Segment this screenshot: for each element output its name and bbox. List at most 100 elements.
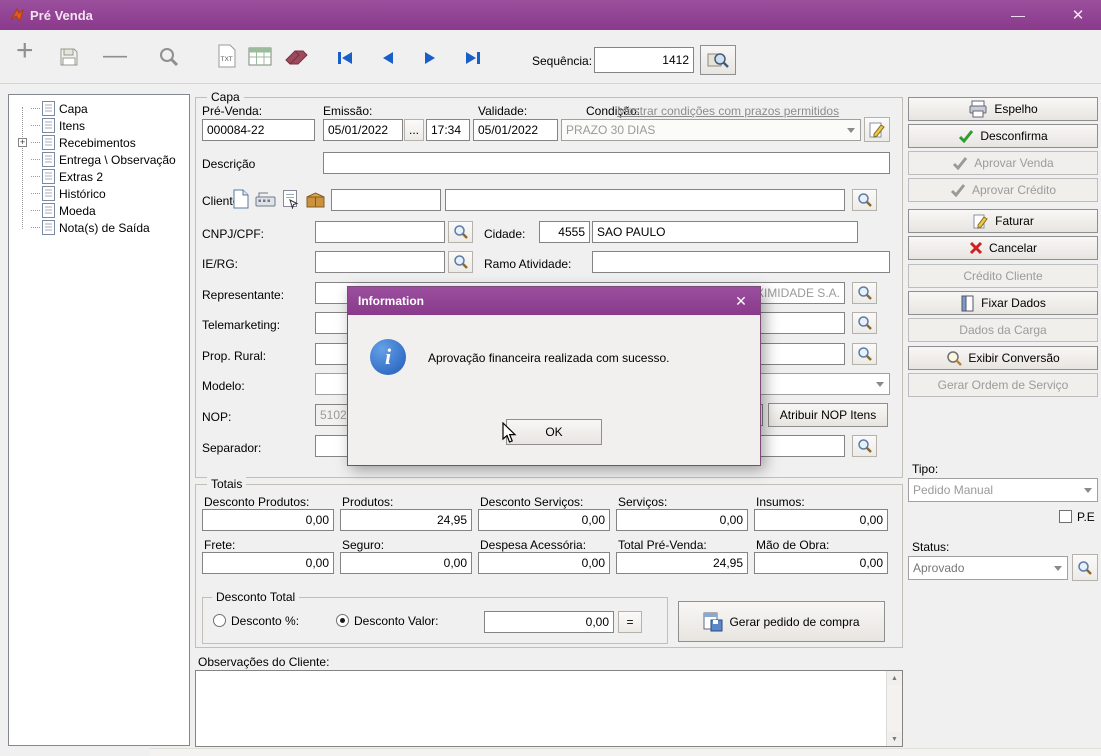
dialog-close-button[interactable]: ✕ (726, 287, 756, 315)
validade-input[interactable] (473, 119, 558, 141)
cliente-properties-icon[interactable] (279, 188, 301, 210)
horizontal-scrollbar[interactable] (150, 748, 1101, 756)
insumos-input[interactable] (754, 509, 888, 531)
mao-de-obra-input[interactable] (754, 552, 888, 574)
grid-view-button[interactable] (248, 47, 272, 67)
tree-item-recebimentos[interactable]: Recebimentos (31, 134, 136, 151)
desconfirma-button[interactable]: Desconfirma (908, 124, 1098, 148)
magnifier-icon (1077, 560, 1093, 576)
aprovar-credito-button[interactable]: Aprovar Crédito (908, 178, 1098, 202)
cliente-package-icon[interactable] (303, 190, 327, 210)
condicao-edit-button[interactable] (864, 117, 890, 142)
mouse-cursor (498, 422, 518, 444)
desconto-valor-input[interactable] (484, 611, 614, 633)
minimize-button[interactable]: — (996, 0, 1040, 30)
cidade-code-input[interactable] (539, 221, 590, 243)
separador-label: Separador: (202, 441, 261, 455)
dialog-ok-button[interactable]: OK (506, 419, 602, 445)
close-button[interactable]: ✕ (1056, 0, 1100, 30)
observacoes-textarea[interactable] (195, 670, 903, 747)
credito-cliente-button[interactable]: Crédito Cliente (908, 264, 1098, 288)
cliente-new-document-icon[interactable] (229, 188, 251, 210)
atribuir-nop-itens-button[interactable]: Atribuir NOP Itens (768, 403, 888, 427)
tree-item-itens[interactable]: Itens (31, 117, 85, 134)
tipo-select[interactable]: Pedido Manual (908, 478, 1098, 502)
status-search-button[interactable] (1072, 554, 1098, 581)
ie-search-button[interactable] (448, 251, 473, 273)
cliente-terminal-icon[interactable] (253, 190, 277, 210)
tree-item-historico[interactable]: Histórico (31, 185, 106, 202)
gerar-pedido-compra-label: Gerar pedido de compra (729, 615, 859, 629)
cidade-name-input[interactable] (592, 221, 858, 243)
pre-venda-input[interactable] (202, 119, 315, 141)
despesa-acessoria-input[interactable] (478, 552, 610, 574)
total-pre-venda-label: Total Pré-Venda: (618, 538, 707, 552)
cnpj-search-button[interactable] (448, 221, 473, 243)
desconto-servicos-input[interactable] (478, 509, 610, 531)
condicao-permitidos-link[interactable]: Mostrar condições com prazos permitidos (617, 104, 839, 118)
new-record-button[interactable]: + (16, 38, 34, 64)
nav-first-button[interactable] (336, 50, 354, 66)
emissao-time-input[interactable] (426, 119, 470, 141)
pre-venda-label: Pré-Venda: (202, 104, 262, 118)
pe-checkbox[interactable] (1059, 510, 1072, 523)
prop-rural-search-button[interactable] (852, 343, 877, 365)
exibir-conversao-button[interactable]: Exibir Conversão (908, 346, 1098, 370)
magnifier-icon (453, 224, 469, 240)
total-pre-venda-input[interactable] (616, 552, 748, 574)
nav-next-button[interactable] (423, 50, 437, 66)
scroll-up-arrow[interactable]: ▲ (887, 671, 902, 685)
aprovar-venda-button[interactable]: Aprovar Venda (908, 151, 1098, 175)
tree-expander-recebimentos[interactable]: + (18, 138, 27, 147)
tree-item-moeda[interactable]: Moeda (31, 202, 96, 219)
cliente-code-input[interactable] (331, 189, 441, 211)
descricao-input[interactable] (323, 152, 890, 174)
tree-item-extras-2[interactable]: Extras 2 (31, 168, 103, 185)
dados-da-carga-button[interactable]: Dados da Carga (908, 318, 1098, 342)
cliente-search-button[interactable] (852, 189, 877, 211)
telemarketing-search-button[interactable] (852, 312, 877, 334)
espelho-button[interactable]: Espelho (908, 97, 1098, 121)
scroll-down-arrow[interactable]: ▼ (887, 732, 902, 746)
cliente-name-input[interactable] (445, 189, 845, 211)
lookup-button[interactable] (700, 45, 736, 75)
desconto-percent-radio[interactable] (213, 614, 226, 627)
equals-button[interactable]: = (618, 611, 642, 633)
clear-eraser-button[interactable] (284, 48, 310, 66)
nav-previous-button[interactable] (381, 50, 395, 66)
gerar-pedido-compra-button[interactable]: Gerar pedido de compra (678, 601, 885, 642)
search-record-button[interactable] (158, 46, 180, 68)
desconto-produtos-input[interactable] (202, 509, 334, 531)
cnpj-cpf-input[interactable] (315, 221, 445, 243)
chevron-down-icon (876, 382, 884, 387)
sequence-input[interactable] (594, 47, 694, 73)
telemarketing-label: Telemarketing: (202, 318, 280, 332)
ie-rg-input[interactable] (315, 251, 445, 273)
seguro-input[interactable] (340, 552, 472, 574)
delete-record-button[interactable]: — (103, 42, 127, 70)
export-txt-button[interactable]: TXT (218, 44, 236, 68)
frete-input[interactable] (202, 552, 334, 574)
ramo-atividade-input[interactable] (592, 251, 890, 273)
nav-last-button[interactable] (464, 50, 482, 66)
condicao-select[interactable]: PRAZO 30 DIAS (561, 119, 861, 141)
emissao-date-input[interactable] (323, 119, 403, 141)
cancelar-button[interactable]: Cancelar (908, 236, 1098, 260)
tree-item-entrega-observacao[interactable]: Entrega \ Observação (31, 151, 176, 168)
tree-item-capa[interactable]: Capa (31, 100, 88, 117)
produtos-input[interactable] (340, 509, 472, 531)
tree-item-notas-de-saida[interactable]: Nota(s) de Saída (31, 219, 150, 236)
separador-search-button[interactable] (852, 435, 877, 457)
fixar-dados-button[interactable]: Fixar Dados (908, 291, 1098, 315)
gerar-ordem-servico-button[interactable]: Gerar Ordem de Serviço (908, 373, 1098, 397)
status-select[interactable]: Aprovado (908, 556, 1068, 580)
observacoes-scrollbar[interactable]: ▲ ▼ (886, 671, 902, 746)
servicos-input[interactable] (616, 509, 748, 531)
faturar-button[interactable]: Faturar (908, 209, 1098, 233)
desconto-valor-radio[interactable] (336, 614, 349, 627)
magnifier-icon (857, 346, 873, 362)
faturar-label: Faturar (995, 214, 1034, 228)
emissao-ellipsis-button[interactable]: ... (404, 119, 424, 141)
save-button[interactable] (58, 46, 80, 68)
representante-search-button[interactable] (852, 282, 877, 304)
